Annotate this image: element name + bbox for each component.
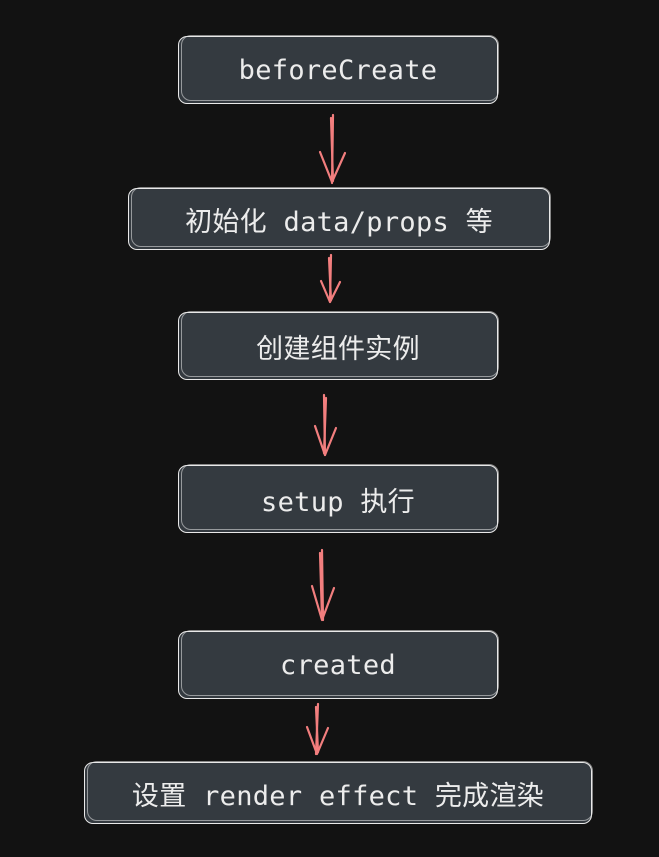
node-before-create: beforeCreate — [178, 35, 499, 104]
node-label: 初始化 data/props 等 — [185, 206, 493, 238]
node-created: created — [178, 630, 499, 699]
node-setup-execute: setup 执行 — [178, 464, 499, 533]
node-create-component-instance: 创建组件实例 — [178, 311, 499, 380]
node-label: 创建组件实例 — [256, 333, 420, 365]
node-render-effect: 设置 render effect 完成渲染 — [84, 761, 593, 824]
flowchart-canvas: beforeCreate 初始化 data/props 等 创建组件实例 set… — [0, 0, 659, 857]
arrow-init-to-create-instance — [319, 253, 342, 304]
node-label: created — [280, 649, 396, 681]
node-label: beforeCreate — [238, 54, 438, 86]
arrow-setup-to-created — [310, 548, 336, 622]
node-label: 设置 render effect 完成渲染 — [131, 780, 545, 812]
arrow-beforecreate-to-init — [318, 113, 347, 185]
arrow-created-to-render-effect — [305, 702, 330, 756]
node-init-data-props: 初始化 data/props 等 — [128, 187, 551, 250]
node-label: setup 执行 — [261, 486, 415, 518]
arrows-layer — [305, 113, 347, 756]
arrow-create-instance-to-setup — [313, 393, 338, 457]
